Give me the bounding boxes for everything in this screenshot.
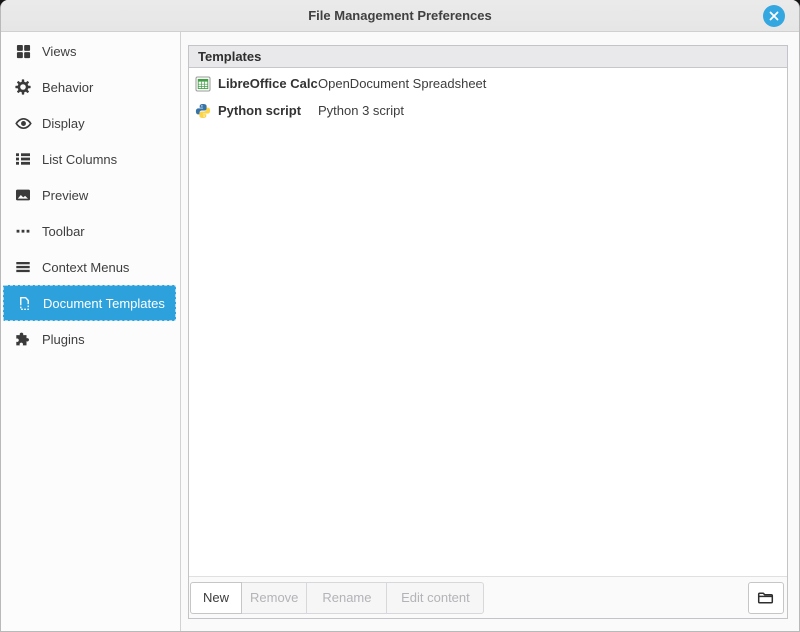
sidebar-item-label: Behavior: [42, 80, 93, 95]
template-buttons-group: New Remove Rename Edit content: [190, 582, 484, 614]
sidebar-item-document-templates[interactable]: Document Templates: [3, 285, 176, 321]
sidebar-item-plugins[interactable]: Plugins: [1, 321, 180, 357]
content-area: Views Behavior Display List Columns: [1, 32, 799, 631]
close-button[interactable]: [763, 5, 785, 27]
sidebar-item-label: Preview: [42, 188, 88, 203]
template-name: LibreOffice Calc: [218, 76, 318, 91]
template-row-python-script[interactable]: Python script Python 3 script: [189, 97, 787, 124]
rename-template-button[interactable]: Rename: [306, 582, 387, 614]
grid-icon: [14, 42, 32, 60]
main-panel: Templates LibreOffice Calc OpenDocument …: [181, 32, 799, 631]
puzzle-icon: [14, 330, 32, 348]
preferences-window: File Management Preferences Views Behavi…: [0, 0, 800, 632]
sidebar-item-label: Display: [42, 116, 85, 131]
document-icon: [15, 294, 33, 312]
sidebar-item-label: Context Menus: [42, 260, 129, 275]
templates-list: LibreOffice Calc OpenDocument Spreadshee…: [189, 68, 787, 576]
open-templates-folder-button[interactable]: [748, 582, 784, 614]
list-columns-icon: [14, 150, 32, 168]
sidebar-item-label: List Columns: [42, 152, 117, 167]
eye-icon: [14, 114, 32, 132]
sidebar-item-display[interactable]: Display: [1, 105, 180, 141]
sidebar-item-list-columns[interactable]: List Columns: [1, 141, 180, 177]
image-icon: [14, 186, 32, 204]
template-type: Python 3 script: [318, 103, 404, 118]
sidebar-item-behavior[interactable]: Behavior: [1, 69, 180, 105]
close-icon: [768, 10, 780, 22]
sidebar-item-label: Views: [42, 44, 76, 59]
folder-icon: [757, 590, 775, 606]
new-template-button[interactable]: New: [190, 582, 242, 614]
sidebar-item-context-menus[interactable]: Context Menus: [1, 249, 180, 285]
remove-template-button[interactable]: Remove: [241, 582, 307, 614]
templates-header: Templates: [189, 46, 787, 68]
three-dots-icon: [14, 222, 32, 240]
sidebar-item-label: Plugins: [42, 332, 85, 347]
sidebar-item-label: Document Templates: [43, 296, 165, 311]
sidebar: Views Behavior Display List Columns: [1, 32, 181, 631]
sidebar-item-label: Toolbar: [42, 224, 85, 239]
template-name: Python script: [218, 103, 318, 118]
sidebar-item-toolbar[interactable]: Toolbar: [1, 213, 180, 249]
templates-frame: Templates LibreOffice Calc OpenDocument …: [188, 45, 788, 619]
gear-icon: [14, 78, 32, 96]
template-type: OpenDocument Spreadsheet: [318, 76, 486, 91]
sidebar-item-preview[interactable]: Preview: [1, 177, 180, 213]
libreoffice-calc-icon: [195, 76, 211, 92]
window-title: File Management Preferences: [308, 8, 492, 23]
titlebar[interactable]: File Management Preferences: [1, 0, 799, 32]
template-row-libreoffice-calc[interactable]: LibreOffice Calc OpenDocument Spreadshee…: [189, 70, 787, 97]
edit-content-button[interactable]: Edit content: [386, 582, 484, 614]
sidebar-item-views[interactable]: Views: [1, 33, 180, 69]
templates-actionbar: New Remove Rename Edit content: [189, 576, 787, 618]
python-icon: [195, 103, 211, 119]
menu-lines-icon: [14, 258, 32, 276]
